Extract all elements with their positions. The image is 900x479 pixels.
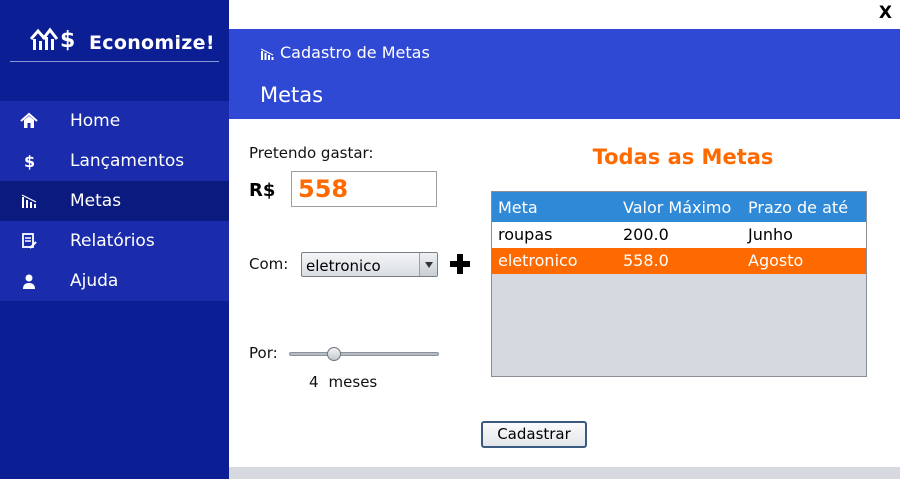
submit-button[interactable]: Cadastrar <box>481 421 587 448</box>
sidebar-item-home[interactable]: Home <box>0 101 229 141</box>
dollar-icon: $ <box>24 152 35 170</box>
report-icon <box>22 233 37 249</box>
brand-name: Economize! <box>89 32 215 54</box>
slider-thumb[interactable] <box>327 347 341 361</box>
add-category-plus-icon[interactable] <box>449 253 471 275</box>
currency-symbol: R$ <box>249 180 276 201</box>
svg-text:$: $ <box>24 152 35 170</box>
svg-text:$: $ <box>60 28 75 52</box>
table-row[interactable]: roupas 200.0 Junho <box>492 222 866 248</box>
page-title: Metas <box>260 83 324 107</box>
goals-table: Meta Valor Máximo Prazo de até roupas 20… <box>491 191 867 377</box>
page-header: Cadastro de Metas Metas <box>229 29 900 119</box>
category-select-value: eletronico <box>306 257 381 275</box>
amount-input[interactable]: 558 <box>291 171 437 207</box>
sidebar-item-label: Metas <box>70 191 122 211</box>
sidebar-item-metas[interactable]: Metas <box>0 181 229 221</box>
sidebar-item-ajuda[interactable]: Ajuda <box>0 261 229 301</box>
user-icon <box>23 274 35 289</box>
app-window: $ Economize! Home $ Lançamentos Metas Re… <box>0 0 900 479</box>
cell-meta: eletronico <box>498 251 578 270</box>
sidebar-nav: Home $ Lançamentos Metas Relatórios Ajud… <box>0 101 229 301</box>
column-header-meta[interactable]: Meta <box>498 198 538 217</box>
column-header-prazo[interactable]: Prazo de até <box>748 198 848 217</box>
economize-logo-icon: $ <box>30 27 75 52</box>
sidebar-item-label: Lançamentos <box>70 151 185 171</box>
cell-valor: 200.0 <box>623 225 669 244</box>
close-button[interactable]: X <box>879 3 892 23</box>
home-icon <box>20 112 38 128</box>
sidebar-item-lancamentos[interactable]: $ Lançamentos <box>0 141 229 181</box>
period-label: Por: <box>249 344 278 362</box>
table-header: Meta Valor Máximo Prazo de até <box>492 192 866 222</box>
cell-valor: 558.0 <box>623 251 669 270</box>
column-header-valor[interactable]: Valor Máximo <box>623 198 731 217</box>
brand: $ Economize! <box>10 22 219 62</box>
goals-chart-icon <box>21 194 37 208</box>
category-label: Com: <box>249 255 289 273</box>
footer-bar <box>229 467 900 479</box>
months-unit: meses <box>328 373 378 391</box>
sidebar-item-label: Home <box>70 111 121 131</box>
sidebar-item-label: Relatórios <box>70 231 155 251</box>
goals-chart-icon <box>260 48 274 60</box>
months-readout: 4 meses <box>309 373 377 391</box>
table-row-selected[interactable]: eletronico 558.0 Agosto <box>492 248 866 274</box>
months-slider[interactable] <box>289 346 439 362</box>
spend-label: Pretendo gastar: <box>249 144 374 162</box>
sidebar-item-label: Ajuda <box>70 271 119 291</box>
cell-meta: roupas <box>498 225 553 244</box>
months-count: 4 <box>309 373 319 391</box>
sidebar: $ Economize! Home $ Lançamentos Metas Re… <box>0 0 229 479</box>
main-panel: X Cadastro de Metas Metas Pretendo gasta… <box>229 0 900 479</box>
breadcrumb-label: Cadastro de Metas <box>280 43 430 62</box>
goals-list-title: Todas as Metas <box>592 145 774 169</box>
cell-prazo: Agosto <box>748 251 804 270</box>
slider-track[interactable] <box>289 352 439 356</box>
category-select[interactable]: eletronico <box>301 252 438 277</box>
breadcrumb: Cadastro de Metas <box>260 43 430 62</box>
cell-prazo: Junho <box>748 225 793 244</box>
chevron-down-icon[interactable] <box>419 253 437 276</box>
sidebar-item-relatorios[interactable]: Relatórios <box>0 221 229 261</box>
